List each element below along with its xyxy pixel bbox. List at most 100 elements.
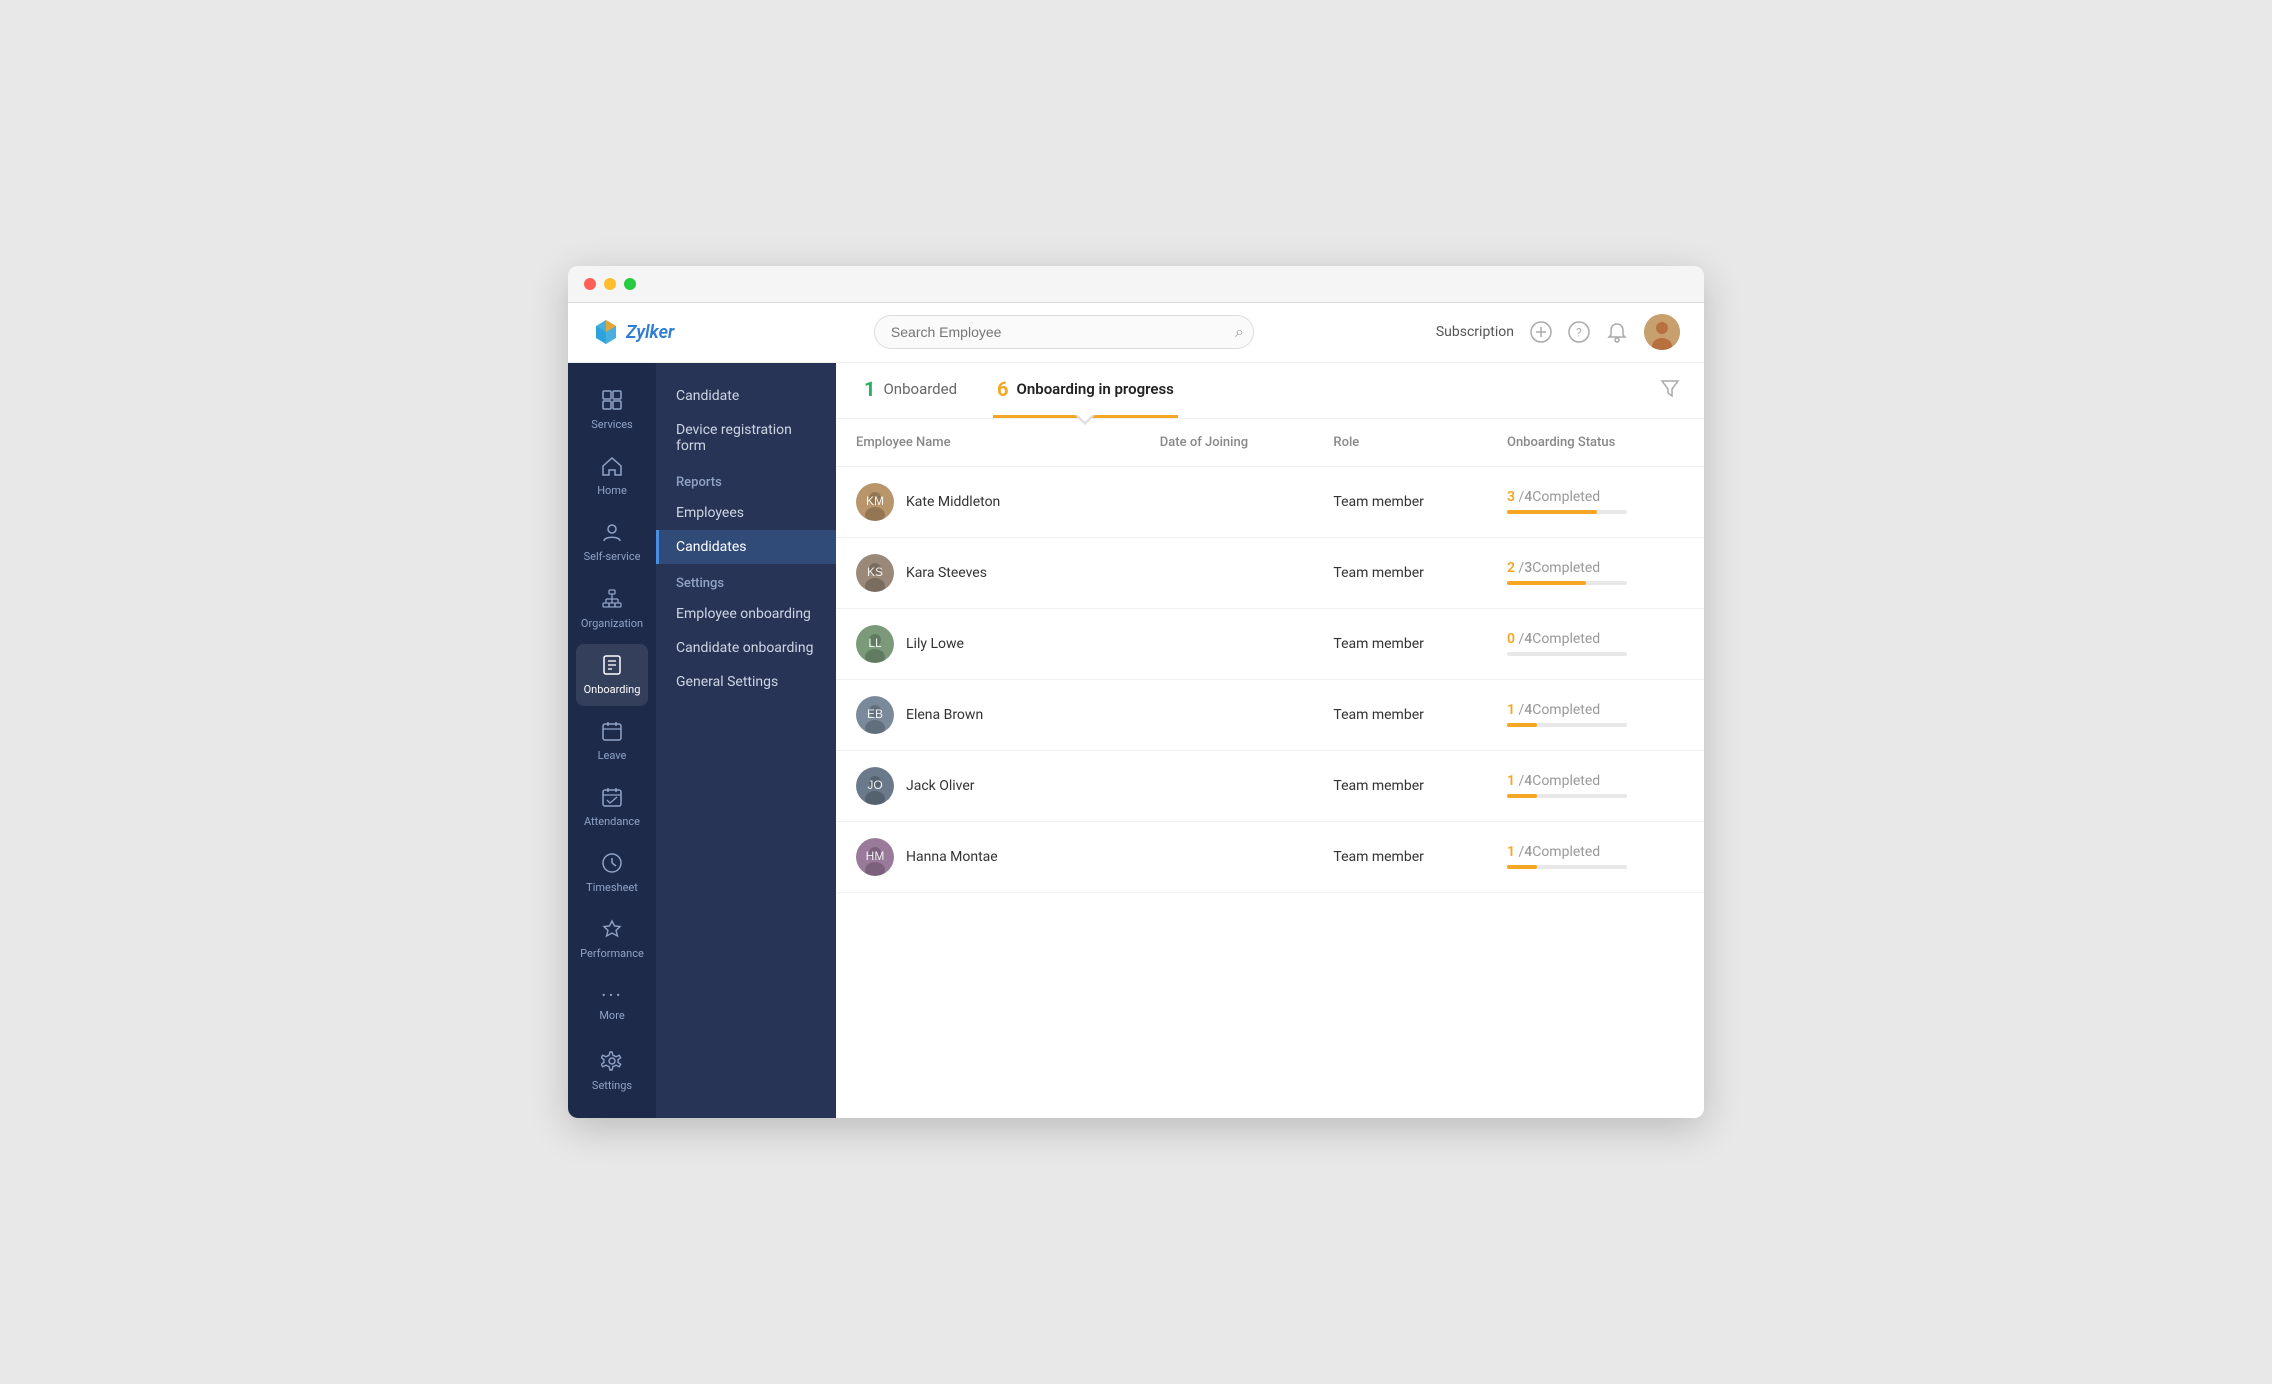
status-cell: 1 /4Completed (1487, 679, 1704, 750)
role-cell: Team member (1313, 466, 1487, 537)
title-bar (568, 266, 1704, 303)
sidebar-general-settings[interactable]: General Settings (656, 665, 836, 699)
sidebar-reports-header: Reports (656, 463, 836, 496)
add-icon[interactable] (1530, 321, 1552, 343)
date-joining-cell (1140, 537, 1314, 608)
sidebar-sub: Candidate Device registration form Repor… (656, 363, 836, 1118)
close-button[interactable] (584, 278, 596, 290)
role-cell: Team member (1313, 821, 1487, 892)
onboarded-label: Onboarded (883, 380, 957, 398)
tab-onboarded[interactable]: 1 Onboarded (860, 363, 961, 418)
sidebar-item-self-service[interactable]: Self-service (576, 511, 648, 573)
settings-nav-icon (601, 1050, 623, 1075)
notification-icon[interactable] (1606, 321, 1628, 343)
status-cell: 1 /4Completed (1487, 821, 1704, 892)
leave-label: Leave (598, 749, 627, 762)
tab-bar: 1 Onboarded 6 Onboarding in progress (836, 363, 1704, 419)
status-completed: 1 (1507, 702, 1515, 718)
sidebar-item-organization[interactable]: Organization (576, 578, 648, 640)
status-slash: / (1515, 702, 1524, 718)
progress-bar-fill (1507, 510, 1597, 514)
minimize-button[interactable] (604, 278, 616, 290)
svg-text:HM: HM (866, 849, 885, 863)
table-row[interactable]: LL Lily Lowe Team member 0 /4Completed (836, 608, 1704, 679)
svg-text:EB: EB (867, 707, 883, 721)
status-text: 2 /3Completed (1507, 560, 1684, 576)
sidebar-device-reg[interactable]: Device registration form (656, 413, 836, 463)
search-input[interactable] (874, 315, 1254, 349)
settings-nav-label: Settings (592, 1079, 632, 1092)
subscription-label[interactable]: Subscription (1436, 324, 1514, 340)
header-actions: Subscription ? (1436, 314, 1680, 350)
sidebar-item-timesheet[interactable]: Timesheet (576, 842, 648, 904)
attendance-label: Attendance (584, 815, 640, 828)
role-cell: Team member (1313, 537, 1487, 608)
sidebar-item-leave[interactable]: Leave (576, 710, 648, 772)
svg-text:JO: JO (867, 778, 882, 792)
sidebar-candidates[interactable]: Candidates (656, 530, 836, 564)
more-label: More (599, 1009, 624, 1022)
sidebar-item-services[interactable]: Services (576, 379, 648, 441)
sidebar-item-attendance[interactable]: Attendance (576, 776, 648, 838)
status-label: Completed (1532, 489, 1600, 505)
table-row[interactable]: KM Kate Middleton Team member 3 /4Comple… (836, 466, 1704, 537)
sidebar-candidate-onboarding[interactable]: Candidate onboarding (656, 631, 836, 665)
employee-name-cell: JO Jack Oliver (836, 750, 1140, 821)
progress-bar-bg (1507, 794, 1627, 798)
sidebar-employees[interactable]: Employees (656, 496, 836, 530)
progress-bar-bg (1507, 581, 1627, 585)
employees-table: Employee Name Date of Joining Role Onboa… (836, 419, 1704, 893)
sidebar-item-more[interactable]: ··· More (576, 975, 648, 1032)
sidebar-item-settings[interactable]: Settings (576, 1040, 648, 1102)
search-input-wrap: ⌕ (874, 315, 1254, 349)
status-slash: / (1515, 489, 1524, 505)
svg-text:LL: LL (868, 636, 882, 650)
self-service-label: Self-service (584, 550, 641, 563)
employee-avatar: KS (856, 554, 894, 592)
status-slash: / (1515, 844, 1524, 860)
self-service-icon (601, 521, 623, 546)
status-completed: 0 (1507, 631, 1515, 647)
col-role: Role (1313, 419, 1487, 467)
status-label: Completed (1532, 702, 1600, 718)
search-icon[interactable]: ⌕ (1235, 322, 1244, 342)
onboarding-label: Onboarding (584, 683, 641, 696)
sidebar-item-home[interactable]: Home (576, 445, 648, 507)
date-joining-cell (1140, 821, 1314, 892)
progress-bar-bg (1507, 510, 1627, 514)
search-bar: ⌕ (708, 315, 1420, 349)
col-date-joining: Date of Joining (1140, 419, 1314, 467)
filter-icon[interactable] (1660, 378, 1680, 403)
onboarding-icon (601, 654, 623, 679)
timesheet-label: Timesheet (586, 881, 638, 894)
help-icon[interactable]: ? (1568, 321, 1590, 343)
user-avatar[interactable] (1644, 314, 1680, 350)
table-row[interactable]: KS Kara Steeves Team member 2 /3Complete… (836, 537, 1704, 608)
status-completed: 1 (1507, 844, 1515, 860)
more-icon: ··· (601, 985, 623, 1005)
maximize-button[interactable] (624, 278, 636, 290)
tab-onboarding-in-progress[interactable]: 6 Onboarding in progress (993, 363, 1178, 418)
logo[interactable]: Zylker (592, 318, 692, 346)
table-row[interactable]: JO Jack Oliver Team member 1 /4Completed (836, 750, 1704, 821)
sidebar-item-onboarding[interactable]: Onboarding (576, 644, 648, 706)
sidebar-candidate[interactable]: Candidate (656, 379, 836, 413)
status-cell: 2 /3Completed (1487, 537, 1704, 608)
attendance-icon (601, 786, 623, 811)
status-text: 0 /4Completed (1507, 631, 1684, 647)
employee-name-cell: LL Lily Lowe (836, 608, 1140, 679)
leave-icon (601, 720, 623, 745)
status-completed: 1 (1507, 773, 1515, 789)
status-completed: 3 (1507, 489, 1515, 505)
table-row[interactable]: HM Hanna Montae Team member 1 /4Complete… (836, 821, 1704, 892)
sidebar-employee-onboarding[interactable]: Employee onboarding (656, 597, 836, 631)
status-total: 4 (1524, 489, 1532, 505)
svg-text:KS: KS (867, 565, 883, 579)
content-area: 1 Onboarded 6 Onboarding in progress (836, 363, 1704, 1118)
role-cell: Team member (1313, 750, 1487, 821)
in-progress-count: 6 (997, 377, 1008, 401)
status-label: Completed (1532, 844, 1600, 860)
table-row[interactable]: EB Elena Brown Team member 1 /4Completed (836, 679, 1704, 750)
sidebar-item-performance[interactable]: Performance (576, 908, 648, 970)
main-layout: Services Home Self-service Organization (568, 363, 1704, 1118)
